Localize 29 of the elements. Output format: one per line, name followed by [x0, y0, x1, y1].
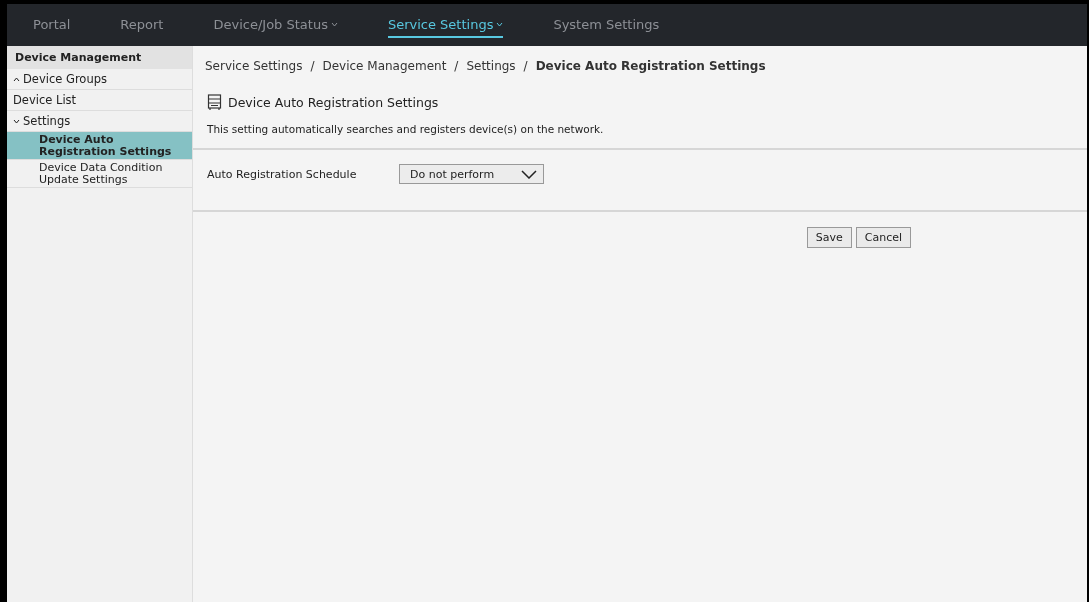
breadcrumb-link[interactable]: Settings	[466, 59, 516, 73]
caret-down-icon	[13, 118, 20, 124]
caret-up-icon	[13, 76, 20, 82]
sidebar-title: Device Management	[7, 46, 192, 69]
schedule-dropdown[interactable]: Do not perform	[399, 164, 544, 184]
nav-tab[interactable]: System Settings	[553, 12, 660, 38]
save-button[interactable]: Save	[806, 227, 852, 248]
breadcrumb-current: Device Auto Registration Settings	[535, 59, 766, 73]
breadcrumb-separator: /	[523, 59, 528, 73]
breadcrumb-link[interactable]: Service Settings	[205, 59, 303, 73]
caret-down-icon	[496, 21, 504, 27]
sidebar-item[interactable]: Device List	[7, 90, 192, 111]
caret-down-icon	[330, 21, 338, 27]
printer-icon	[207, 94, 222, 111]
sidebar-item[interactable]: Device Auto Registration Settings	[7, 132, 192, 160]
nav-tab[interactable]: Portal	[33, 12, 71, 38]
breadcrumb-separator: /	[310, 59, 315, 73]
page-description: This setting automatically searches and registers device(s) on the network.	[193, 111, 1087, 150]
sidebar-item[interactable]: Device Data Condition Update Settings	[7, 160, 192, 188]
breadcrumb-separator: /	[454, 59, 459, 73]
nav-tab[interactable]: Service Settings	[387, 12, 504, 38]
nav-tab[interactable]: Report	[120, 12, 164, 38]
sidebar-item[interactable]: Device Groups	[7, 69, 192, 90]
breadcrumb-link[interactable]: Device Management	[322, 59, 447, 73]
chevron-down-icon	[521, 169, 537, 179]
page-title: Device Auto Registration Settings	[228, 95, 439, 110]
nav-tab[interactable]: Device/Job Status	[213, 12, 338, 38]
cancel-button[interactable]: Cancel	[855, 227, 911, 248]
field-label: Auto Registration Schedule	[207, 167, 358, 181]
